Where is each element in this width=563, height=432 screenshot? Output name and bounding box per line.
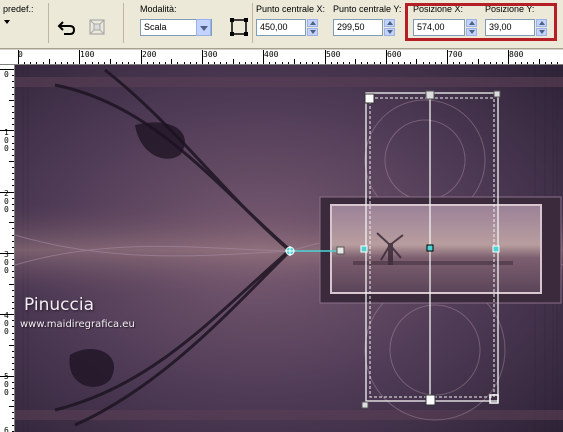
tool-options-toolbar: predef.: Modalità: Scala Punto centrale … [0, 0, 563, 49]
ruler-label: 300 [4, 250, 9, 275]
center-x-label: Punto centrale X: [256, 4, 326, 14]
toolbar-separator [48, 3, 49, 43]
ruler-label: 200 [4, 189, 9, 214]
ruler-label: 700 [448, 50, 463, 59]
undo-reset-icon[interactable] [56, 16, 78, 38]
center-x-input[interactable]: 450,00 [256, 19, 306, 36]
ruler-label: 600 [4, 426, 9, 432]
vertical-ruler: 0 100 200 300 400 500 600 [0, 65, 15, 432]
center-x-spinner[interactable] [307, 19, 318, 36]
ruler-label: 500 [326, 50, 341, 59]
canvas-artwork [15, 65, 563, 432]
horizontal-ruler: 0 100 200 300 400 500 600 700 800 [0, 50, 563, 65]
toolbar-separator [252, 3, 253, 43]
preset-dropdown-arrow[interactable] [4, 20, 10, 24]
ruler-label: 800 [509, 50, 524, 59]
watermark-url: www.maidiregrafica.eu [20, 319, 135, 330]
ruler-label: 400 [264, 50, 279, 59]
position-highlight-box [405, 3, 557, 41]
ruler-label: 0 [18, 50, 23, 59]
center-y-input[interactable]: 299,50 [333, 19, 383, 36]
mode-dropdown-button[interactable] [196, 19, 211, 36]
center-y-value: 299,50 [337, 22, 365, 32]
ruler-label: 100 [4, 128, 9, 153]
watermark-title: Pinuccia [24, 295, 94, 315]
image-canvas[interactable]: Pinuccia www.maidiregrafica.eu [15, 65, 563, 432]
toolbar-separator [123, 3, 124, 43]
ruler-label: 200 [142, 50, 157, 59]
mode-label: Modalità: [140, 4, 177, 14]
transform-disabled-icon[interactable] [86, 16, 108, 38]
center-object-icon[interactable] [228, 16, 250, 38]
preset-label: predef.: [3, 4, 34, 14]
mode-select-value: Scala [144, 22, 167, 32]
ruler-label: 600 [387, 50, 402, 59]
ruler-label: 100 [80, 50, 95, 59]
ruler-label: 300 [203, 50, 218, 59]
ruler-label: 0 [4, 70, 9, 79]
center-y-label: Punto centrale Y: [333, 4, 402, 14]
ruler-label: 500 [4, 372, 9, 397]
center-y-spinner[interactable] [384, 19, 395, 36]
ruler-label: 400 [4, 311, 9, 336]
center-x-value: 450,00 [260, 22, 288, 32]
